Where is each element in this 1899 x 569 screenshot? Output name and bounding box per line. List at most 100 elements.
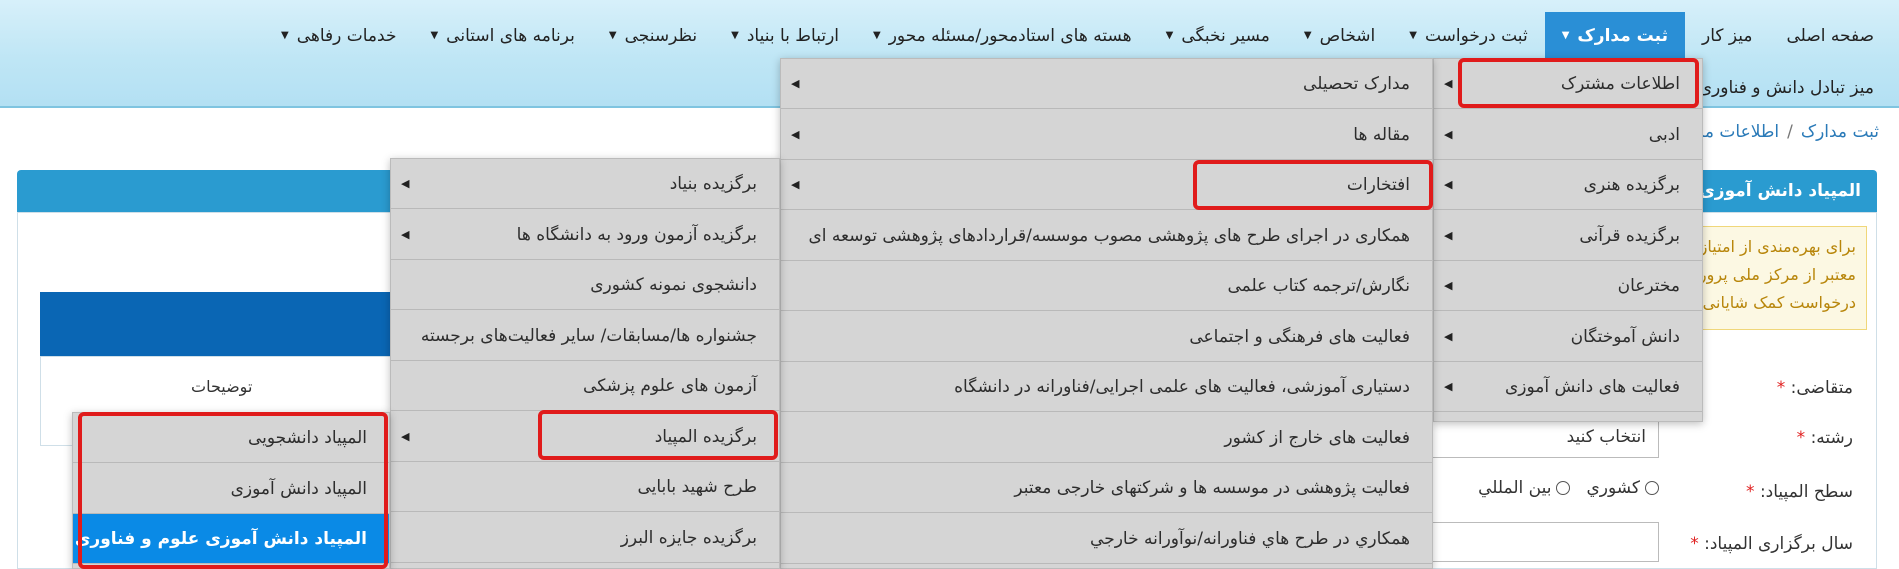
menu-item-label: فعالیت های دانش آموزی — [1505, 377, 1680, 397]
menu-item[interactable]: مقاله ها ◀ — [781, 110, 1432, 160]
nav-item-label: میز کار — [1702, 26, 1753, 46]
field-label-text: رشته: — [1810, 428, 1853, 448]
level-radio-national[interactable]: کشوري — [1586, 478, 1659, 498]
menu-item[interactable]: برگزیده آزمون ورود به دانشگاه ها ◀ — [391, 210, 779, 260]
menu-item-label: فعالیت پژوهشی در موسسه ها و شرکتهای خارج… — [1014, 478, 1410, 498]
chevron-down-icon: ▼ — [608, 30, 617, 41]
menu-item-label: طرح شهید بابایی — [637, 477, 757, 497]
nav-item[interactable]: ارتباط با بنیاد ▼ — [714, 12, 856, 60]
menu-item[interactable]: برگزیده هنری ◀ — [1434, 160, 1702, 210]
menu-item[interactable]: فعالیت های خارج از کشور — [781, 413, 1432, 463]
chevron-left-icon: ◀ — [1444, 178, 1453, 191]
menu-item-label: مدارک تحصیلی — [1303, 74, 1410, 94]
menu-item-label: المپیاد دانشجویی — [248, 428, 367, 448]
column-header-desc: توضیحات — [191, 377, 253, 396]
menu-item-label: برگزیده بنیاد — [669, 174, 757, 194]
radio-icon[interactable] — [1645, 481, 1659, 495]
chevron-down-icon: ▼ — [873, 30, 881, 41]
menu-item[interactable]: نگارش/ترجمه کتاب علمی — [781, 261, 1432, 311]
nav-item[interactable]: هسته های استادمحور/مسئله محور ▼ — [856, 12, 1149, 60]
submenu-level1: اطلاعات مشترک ◀ ادبی ◀ برگزیده هنری ◀ برگزیده … — [1433, 58, 1703, 422]
menu-item-label: دستیاری آموزشی، فعالیت های علمی اجرایی/ف… — [954, 377, 1410, 397]
year-label-text: سال برگزاری المپیاد: — [1704, 534, 1853, 554]
submenu-level3: برگزیده بنیاد ◀ برگزیده آزمون ورود به دانش… — [390, 158, 780, 569]
menu-item[interactable]: مخترعان ◀ — [1434, 261, 1702, 311]
menu-item-label: همکاري در طرح هاي فناورانه/نوآورانه خارج… — [1090, 528, 1410, 549]
nav-item[interactable]: خدمات رفاهی ▼ — [264, 12, 413, 60]
nav-item[interactable]: میز کار — [1685, 12, 1770, 60]
menu-item-label: دانشجوی نمونه کشوری — [590, 275, 757, 295]
breadcrumb-item[interactable]: ثبت مدارک — [1801, 122, 1879, 142]
field-label: رشته: * — [1797, 428, 1853, 448]
nav-item[interactable]: ثبت مدارک ▼ — [1544, 12, 1685, 60]
menu-item-label: ادبی — [1648, 124, 1680, 145]
field-select[interactable]: انتخاب کنید — [1409, 418, 1659, 458]
nav-item[interactable]: میز تبادل دانش و فناوری — [1682, 64, 1891, 112]
menu-item[interactable]: فعالیت های فرهنگی و اجتماعی — [781, 312, 1432, 362]
chevron-down-icon: ▼ — [430, 30, 439, 41]
menu-item-label: برگزیده جایزه البرز — [620, 527, 757, 548]
menu-item-label: فعالیت های فرهنگی و اجتماعی — [1189, 326, 1410, 347]
nav-item[interactable]: مسیر نخبگی ▼ — [1149, 12, 1287, 60]
radio-icon[interactable] — [1556, 481, 1571, 495]
nav-item[interactable]: صفحه اصلی — [1770, 12, 1891, 60]
required-mark: * — [1796, 428, 1806, 448]
menu-item[interactable]: المپیاد دانش آموزی علوم و فناوری نانو — [73, 514, 389, 564]
menu-item-label: المپیاد دانش آموزی علوم و فناوری نانو — [73, 529, 367, 549]
menu-item[interactable]: المپیاد دانش آموزی — [73, 464, 389, 514]
breadcrumb: ثبت مدارک / اطلاعات مشت — [1673, 122, 1879, 142]
menu-item[interactable]: همکاري در طرح هاي فناورانه/نوآورانه خارج… — [781, 514, 1432, 564]
submenu-level2: مدارک تحصیلی ◀ مقاله ها ◀ افتخارات ◀ همکاری در… — [780, 58, 1433, 569]
menu-item-label: فعالیت های خارج از کشور — [1224, 427, 1410, 448]
chevron-down-icon: ▼ — [1165, 30, 1174, 41]
menu-item[interactable]: دانش آموختگان ◀ — [1434, 312, 1702, 362]
applicant-label-text: متقاضی: — [1790, 378, 1853, 398]
menu-item[interactable]: مدارک تحصیلی ◀ — [781, 59, 1432, 109]
menu-item[interactable]: برگزیده قرآنی ◀ — [1434, 211, 1702, 261]
chevron-left-icon: ◀ — [1444, 329, 1453, 343]
chevron-left-icon: ◀ — [1444, 279, 1453, 292]
menu-item[interactable]: آزمون های علوم پزشکی — [391, 361, 779, 411]
chevron-left-icon: ◀ — [791, 178, 800, 191]
year-input[interactable] — [1409, 522, 1659, 562]
menu-item[interactable]: طرح شهید بابایی — [391, 462, 779, 512]
menu-item[interactable]: برگزیده المپیاد ◀ — [391, 412, 779, 462]
menu-item-label: دانش آموختگان — [1570, 326, 1680, 347]
menu-item[interactable]: فعالیت های دانش آموزی ◀ — [1434, 362, 1702, 412]
chevron-down-icon: ▼ — [1303, 30, 1312, 41]
chevron-left-icon: ◀ — [791, 77, 800, 90]
menu-item[interactable]: ادبی ◀ — [1434, 110, 1702, 160]
menu-item[interactable]: برگزیده بنیاد ◀ — [391, 159, 779, 209]
menu-item-label: برگزیده آزمون ورود به دانشگاه ها — [516, 224, 757, 245]
nav-item[interactable]: برنامه های استانی ▼ — [413, 12, 591, 60]
menu-item-label: برگزیده قرآنی — [1579, 225, 1680, 246]
chevron-left-icon: ◀ — [1444, 380, 1453, 393]
chevron-left-icon: ◀ — [1444, 77, 1453, 90]
menu-item[interactable]: فعالیت پژوهشی در موسسه ها و شرکتهای خارج… — [781, 463, 1432, 513]
nav-item-label: ثبت درخواست — [1424, 26, 1528, 46]
nav-item[interactable]: اشخاص ▼ — [1287, 12, 1392, 60]
nav-item-label: نظرسنجی — [624, 26, 698, 46]
breadcrumb-separator: / — [1787, 122, 1793, 142]
chevron-down-icon: ▼ — [1561, 30, 1570, 41]
chevron-left-icon: ◀ — [791, 127, 800, 141]
level-radio-international[interactable]: بين المللي — [1478, 478, 1571, 498]
required-mark: * — [1690, 534, 1699, 554]
menu-item[interactable]: برگزیده جایزه البرز — [391, 513, 779, 563]
nav-item[interactable]: ثبت درخواست ▼ — [1392, 12, 1544, 60]
menu-item[interactable]: المپیاد دانشجویی — [73, 413, 389, 463]
menu-item-label: مقاله ها — [1353, 124, 1410, 145]
menu-item[interactable]: دانشجوی نمونه کشوری — [391, 260, 779, 310]
nav-item-label: مسیر نخبگی — [1181, 26, 1270, 46]
menu-item[interactable]: دستیاری آموزشی، فعالیت های علمی اجرایی/ف… — [781, 362, 1432, 412]
menu-item[interactable]: جشنواره ها/مسابقات/ سایر فعالیت‌های برجس… — [391, 311, 779, 361]
nav-item-label: صفحه اصلی — [1786, 26, 1874, 46]
required-mark: * — [1746, 482, 1755, 502]
nav-item[interactable]: نظرسنجی ▼ — [592, 12, 714, 60]
menu-item[interactable]: افتخارات ◀ — [781, 160, 1432, 210]
level-label: سطح المپیاد: * — [1746, 482, 1853, 502]
chevron-down-icon: ▼ — [731, 30, 739, 41]
chevron-left-icon: ◀ — [1444, 127, 1453, 141]
menu-item[interactable]: همکاری در اجرای طرح های پژوهشی مصوب موسس… — [781, 211, 1432, 261]
menu-item[interactable]: اطلاعات مشترک ◀ — [1434, 59, 1702, 109]
